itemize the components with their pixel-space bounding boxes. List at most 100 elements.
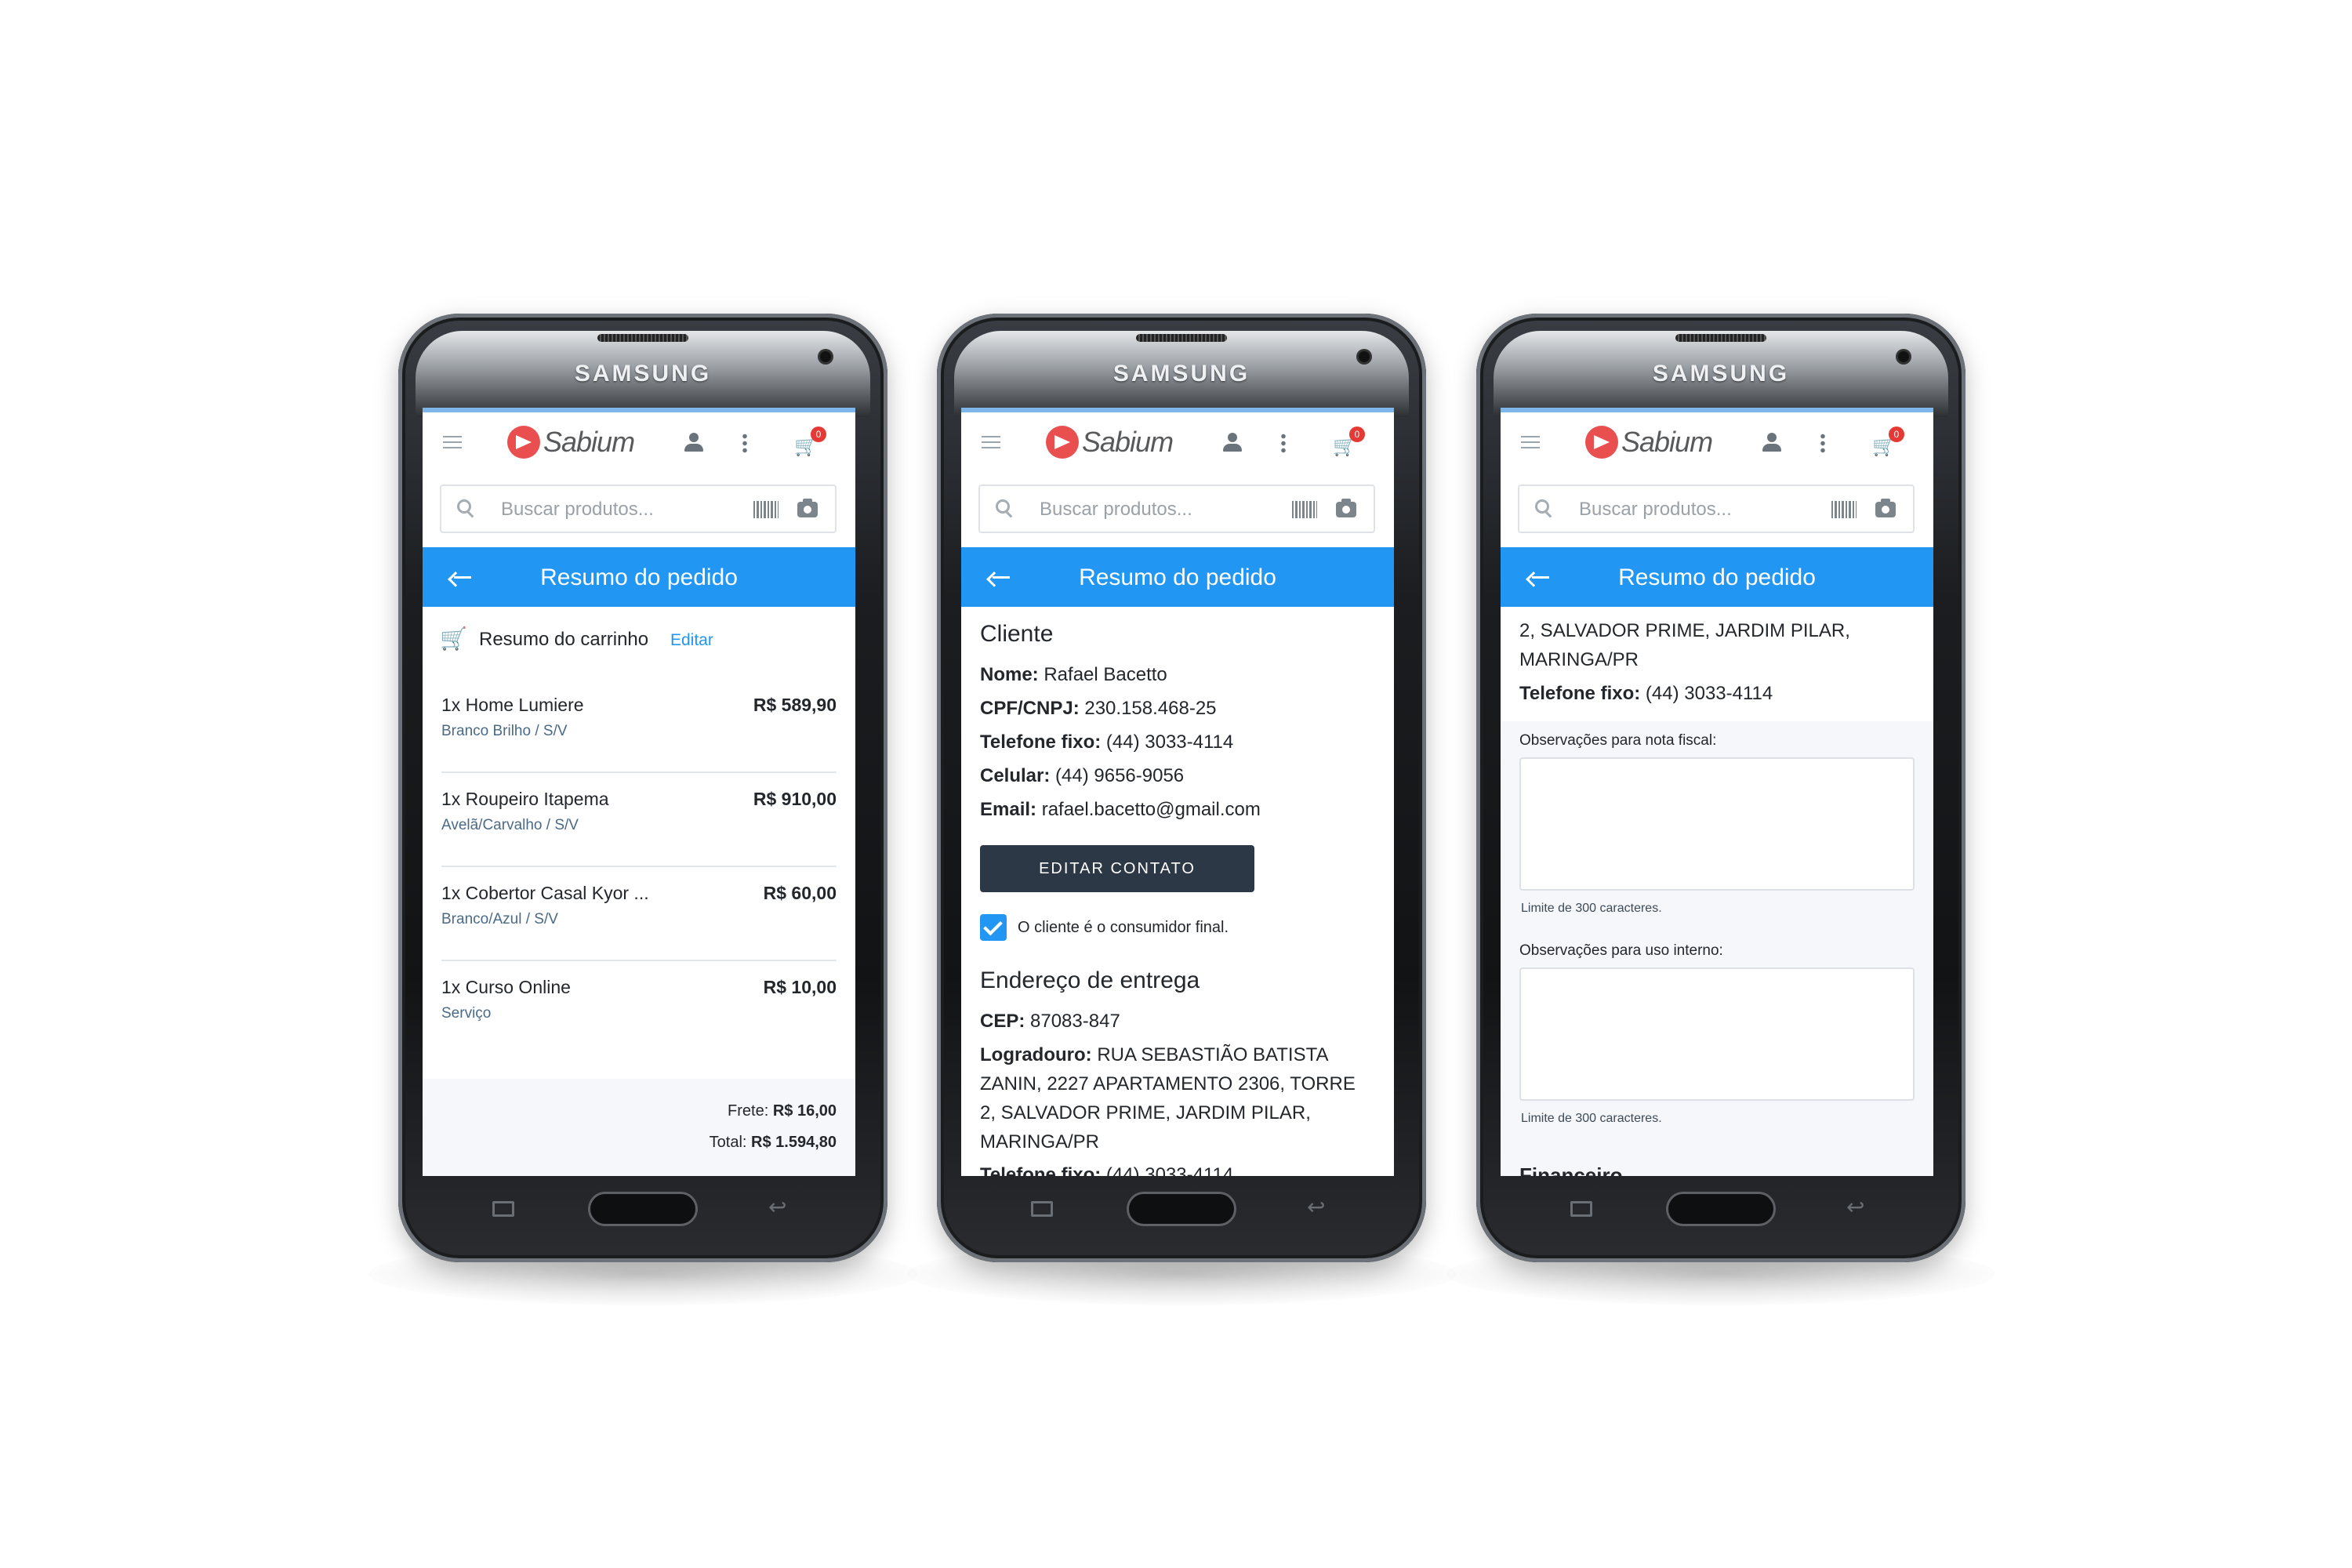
recents-icon[interactable] [492, 1201, 514, 1217]
camera-icon[interactable] [797, 499, 818, 517]
client-phone: Telefone fixo: (44) 3033-4114 [980, 731, 1234, 753]
search-bar[interactable]: Buscar produtos... [440, 485, 837, 533]
item-name: 1x Roupeiro Itapema [441, 789, 609, 809]
item-price: R$ 910,00 [753, 789, 837, 809]
notes-panel: Observações para nota fiscal: Limite de … [1501, 721, 1933, 1176]
more-options-icon[interactable] [742, 433, 747, 453]
search-input[interactable]: Buscar produtos... [1040, 499, 1192, 521]
fiscal-notes-limit: Limite de 300 caracteres. [1521, 902, 1662, 915]
item-name: 1x Home Lumiere [441, 695, 584, 715]
address-phone: Telefone fixo: (44) 3033-4114 [1519, 683, 1773, 704]
logo-mark-icon [1585, 426, 1618, 459]
order-notes: 2, SALVADOR PRIME, JARDIM PILAR, MARINGA… [1501, 607, 1933, 1176]
hamburger-menu-icon[interactable] [982, 436, 1000, 448]
cart-item[interactable]: 1x Home Lumiere R$ 589,90 Branco Brilho … [441, 677, 837, 773]
search-bar[interactable]: Buscar produtos... [1518, 485, 1915, 533]
final-consumer-label: O cliente é o consumidor final. [1018, 919, 1229, 936]
recents-icon[interactable] [1570, 1201, 1592, 1217]
page-title: Resumo do pedido [1079, 564, 1276, 590]
home-button[interactable] [588, 1192, 698, 1226]
cart-icon: 🛒 [440, 626, 467, 651]
search-input[interactable]: Buscar produtos... [501, 499, 654, 521]
search-icon [996, 499, 1011, 515]
device-brand: SAMSUNG [1652, 361, 1790, 387]
client-heading: Cliente [980, 621, 1054, 647]
client-details: Cliente Nome: Rafael Bacetto CPF/CNPJ: 2… [961, 607, 1394, 1176]
hamburger-menu-icon[interactable] [443, 436, 462, 448]
order-totals: Frete: R$ 16,00 Total: R$ 1.594,80 [423, 1079, 855, 1176]
screen: Sabium 🛒 0 Buscar produtos... Resumo do … [1501, 408, 1933, 1176]
edit-contact-button[interactable]: EDITAR CONTATO [980, 845, 1254, 892]
user-icon[interactable] [1762, 433, 1781, 453]
cart-count-badge: 0 [811, 426, 826, 442]
back-icon[interactable]: ↩ [768, 1196, 793, 1218]
total-value: R$ 1.594,80 [751, 1134, 837, 1151]
edit-cart-link[interactable]: Editar [670, 631, 713, 650]
cart-item[interactable]: 1x Roupeiro Itapema R$ 910,00 Avelã/Carv… [441, 771, 837, 867]
phone-2: SAMSUNG Sabium 🛒 0 Buscar produtos... Re… [937, 314, 1426, 1262]
page-header: Resumo do pedido [1501, 547, 1933, 607]
speaker-grille [597, 334, 688, 342]
client-document: CPF/CNPJ: 230.158.468-25 [980, 698, 1217, 719]
search-icon [1535, 499, 1551, 515]
recents-icon[interactable] [1031, 1201, 1053, 1217]
back-icon[interactable]: ↩ [1846, 1196, 1871, 1218]
client-name: Nome: Rafael Bacetto [980, 664, 1167, 685]
barcode-icon[interactable] [753, 501, 779, 518]
total-label: Total: [709, 1134, 747, 1151]
speaker-grille [1675, 334, 1766, 342]
address-heading: Endereço de entrega [980, 967, 1200, 993]
user-icon[interactable] [684, 433, 703, 453]
item-name: 1x Cobertor Casal Kyor ... [441, 883, 649, 903]
item-variant: Branco/Azul / S/V [441, 911, 558, 927]
back-icon[interactable]: ↩ [1307, 1196, 1332, 1218]
phone-1: SAMSUNG Sabium 🛒 0 Buscar produtos... Re… [398, 314, 887, 1262]
app-logo[interactable]: Sabium [1046, 425, 1174, 459]
page-header: Resumo do pedido [961, 547, 1394, 607]
phone-3: SAMSUNG Sabium 🛒 0 Buscar produtos... Re… [1476, 314, 1965, 1262]
app-header: Sabium 🛒 0 [961, 412, 1394, 472]
barcode-icon[interactable] [1292, 501, 1317, 518]
camera-icon[interactable] [1875, 499, 1896, 517]
client-mobile: Celular: (44) 9656-9056 [980, 765, 1185, 786]
internal-notes-textarea[interactable] [1519, 967, 1915, 1101]
app-logo[interactable]: Sabium [507, 425, 635, 459]
camera-icon[interactable] [1336, 499, 1356, 517]
item-price: R$ 60,00 [763, 883, 837, 903]
more-options-icon[interactable] [1820, 433, 1825, 453]
screen: Sabium 🛒 0 Buscar produtos... Resumo do … [423, 408, 855, 1176]
page-title: Resumo do pedido [540, 564, 738, 590]
shipping-label: Frete: [728, 1102, 769, 1120]
cart-item[interactable]: 1x Curso Online R$ 10,00 Serviço [441, 960, 837, 1054]
search-bar[interactable]: Buscar produtos... [978, 485, 1375, 533]
more-options-icon[interactable] [1281, 433, 1286, 453]
screen: Sabium 🛒 0 Buscar produtos... Resumo do … [961, 408, 1394, 1176]
barcode-icon[interactable] [1831, 501, 1857, 518]
cart-count-badge: 0 [1349, 426, 1365, 442]
user-icon[interactable] [1223, 433, 1242, 453]
address-street: Logradouro: RUA SEBASTIÃO BATISTA ZANIN,… [980, 1044, 1356, 1152]
item-variant: Serviço [441, 1005, 492, 1022]
cart-item[interactable]: 1x Cobertor Casal Kyor ... R$ 60,00 Bran… [441, 866, 837, 961]
fiscal-notes-textarea[interactable] [1519, 757, 1915, 891]
client-email: Email: rafael.bacetto@gmail.com [980, 799, 1261, 820]
item-name: 1x Curso Online [441, 977, 571, 997]
fiscal-notes-label: Observações para nota fiscal: [1519, 732, 1717, 749]
cart-icon[interactable]: 🛒 [1333, 437, 1356, 456]
speaker-grille [1136, 334, 1227, 342]
cart-count-badge: 0 [1889, 426, 1904, 442]
search-input[interactable]: Buscar produtos... [1579, 499, 1732, 521]
app-logo[interactable]: Sabium [1585, 425, 1713, 459]
final-consumer-checkbox[interactable] [980, 914, 1007, 941]
logo-mark-icon [1046, 426, 1079, 459]
cart-icon[interactable]: 🛒 [1872, 437, 1896, 456]
hardware-buttons: ↩ [398, 1174, 887, 1237]
internal-notes-label: Observações para uso interno: [1519, 942, 1723, 959]
home-button[interactable] [1127, 1192, 1236, 1226]
logo-text: Sabium [543, 426, 635, 458]
item-variant: Branco Brilho / S/V [441, 723, 568, 739]
home-button[interactable] [1666, 1192, 1776, 1226]
internal-notes-limit: Limite de 300 caracteres. [1521, 1112, 1662, 1125]
cart-icon[interactable]: 🛒 [794, 437, 818, 456]
hamburger-menu-icon[interactable] [1521, 436, 1540, 448]
